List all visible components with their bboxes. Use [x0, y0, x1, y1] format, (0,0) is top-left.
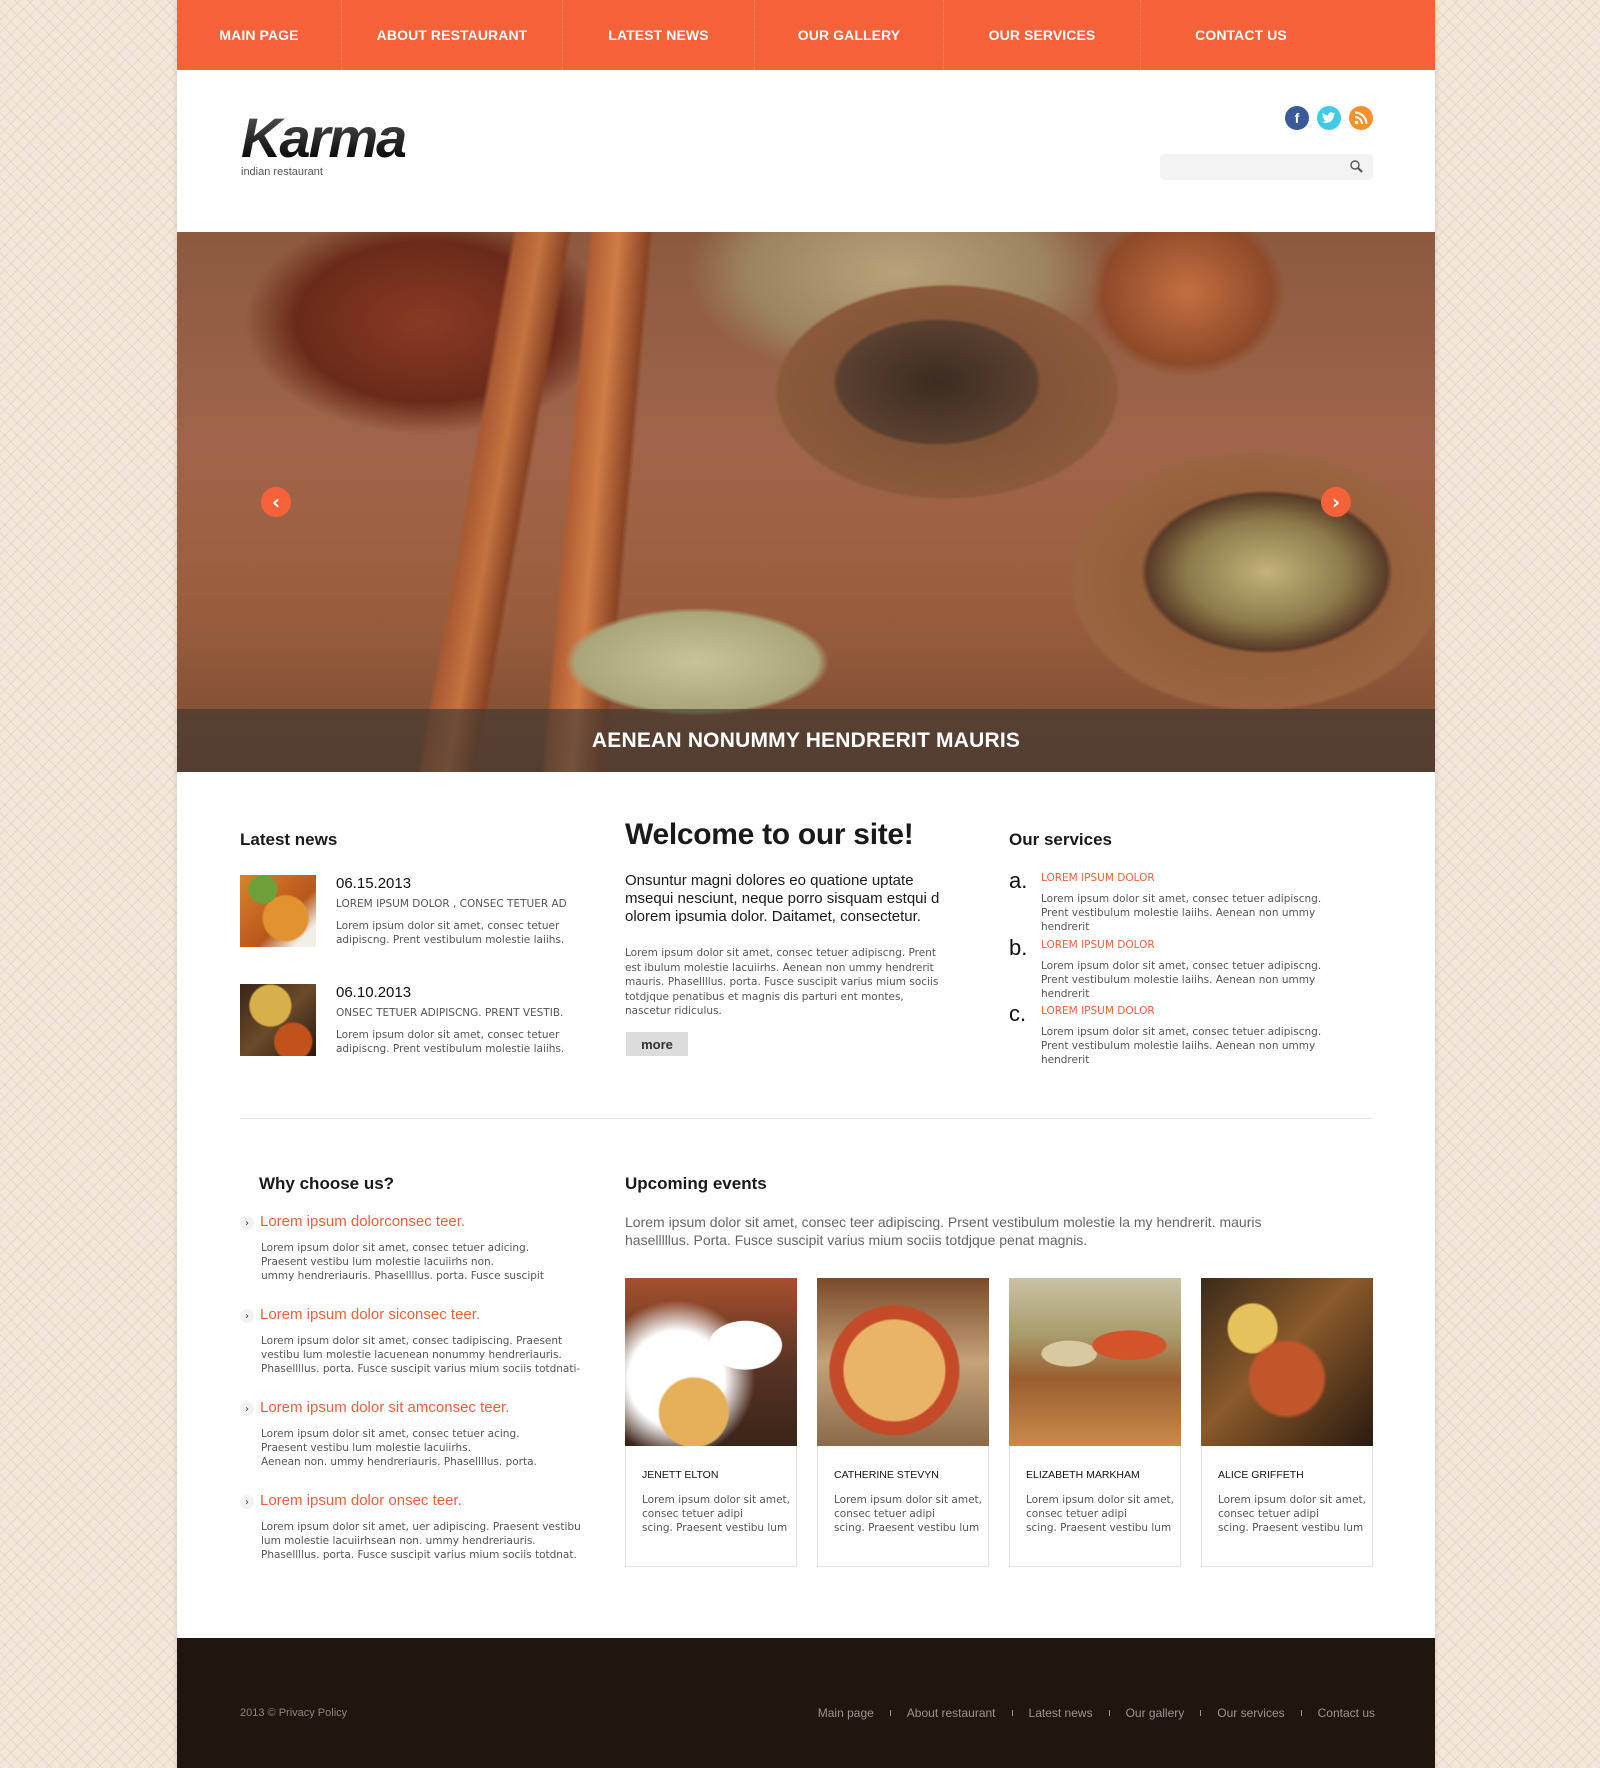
- chevron-right-icon: ›: [240, 1402, 254, 1416]
- why-choose-heading: Why choose us?: [259, 1174, 395, 1193]
- why-item-title[interactable]: Lorem ipsum dolorconsec teer.: [260, 1213, 465, 1230]
- logo[interactable]: Karma indian restaurant: [241, 106, 407, 179]
- footer-separator: [1200, 1710, 1202, 1716]
- chevron-right-icon: ›: [240, 1216, 254, 1230]
- chevron-right-icon: ›: [1331, 490, 1341, 514]
- nav-item-about-restaurant[interactable]: ABOUT RESTAURANT: [342, 0, 563, 70]
- social-links: f: [1285, 106, 1373, 130]
- footer-link-contact-us[interactable]: Contact us: [1318, 1706, 1375, 1720]
- event-card[interactable]: ALICE GRIFFETH Lorem ipsum dolor sit ame…: [1201, 1278, 1373, 1567]
- slider-caption-bar: AENEAN NONUMMY HENDRERIT MAURIS: [177, 709, 1435, 772]
- nav-item-our-services[interactable]: OUR SERVICES: [944, 0, 1141, 70]
- footer-separator: [1108, 1710, 1110, 1716]
- welcome-title: Welcome to our site!: [625, 818, 914, 851]
- news-text: Lorem ipsum dolor sit amet, consec tetue…: [336, 920, 565, 946]
- footer-link-our-services[interactable]: Our services: [1217, 1706, 1284, 1720]
- service-text: Lorem ipsum dolor sit amet, consec tetue…: [1041, 893, 1322, 933]
- news-thumbnail[interactable]: [240, 984, 316, 1056]
- logo-text: Karma: [241, 106, 407, 169]
- service-title[interactable]: LOREM IPSUM DOLOR: [1041, 1005, 1155, 1017]
- nav-item-our-gallery[interactable]: OUR GALLERY: [755, 0, 944, 70]
- news-title[interactable]: ONSEC TETUER ADIPISCNG. PRENT VESTIB.: [336, 1007, 563, 1019]
- why-item-text: Lorem ipsum dolor sit amet, uer adipisci…: [261, 1521, 581, 1561]
- news-thumbnail[interactable]: [240, 875, 316, 947]
- footer-separator: [1011, 1710, 1013, 1716]
- service-title[interactable]: LOREM IPSUM DOLOR: [1041, 872, 1155, 884]
- nav-item-latest-news[interactable]: LATEST NEWS: [563, 0, 755, 70]
- events-intro: Lorem ipsum dolor sit amet, consec teer …: [625, 1214, 1262, 1248]
- page-container: MAIN PAGE ABOUT RESTAURANT LATEST NEWS O…: [177, 0, 1435, 1768]
- slider-prev-button[interactable]: ‹: [261, 487, 291, 517]
- why-item-text: Lorem ipsum dolor sit amet, consec tadip…: [261, 1335, 581, 1375]
- event-card[interactable]: ELIZABETH MARKHAM Lorem ipsum dolor sit …: [1009, 1278, 1181, 1567]
- chevron-right-icon: ›: [240, 1495, 254, 1509]
- footer-nav: Main page About restaurant Latest news O…: [818, 1706, 1375, 1720]
- services-heading: Our services: [1009, 830, 1113, 849]
- event-image[interactable]: [1201, 1278, 1373, 1446]
- event-text: Lorem ipsum dolor sit amet, consec tetue…: [834, 1494, 982, 1534]
- footer-link-latest-news[interactable]: Latest news: [1029, 1706, 1093, 1720]
- events-heading: Upcoming events: [625, 1174, 767, 1193]
- search-icon[interactable]: [1349, 159, 1365, 175]
- welcome-lead: Onsuntur magni dolores eo quatione uptat…: [625, 872, 940, 925]
- service-text: Lorem ipsum dolor sit amet, consec tetue…: [1041, 960, 1322, 1000]
- latest-news-heading: Latest news: [240, 830, 338, 849]
- event-text: Lorem ipsum dolor sit amet, consec tetue…: [1026, 1494, 1174, 1534]
- event-name: ELIZABETH MARKHAM: [1026, 1469, 1140, 1481]
- welcome-body: Lorem ipsum dolor sit amet, consec tetue…: [625, 947, 939, 1017]
- event-name: CATHERINE STEVYN: [834, 1469, 939, 1481]
- slider-next-button[interactable]: ›: [1321, 487, 1351, 517]
- news-date: 06.10.2013: [336, 984, 412, 1001]
- news-title[interactable]: LOREM IPSUM DOLOR , CONSEC TETUER AD: [336, 898, 567, 910]
- rss-icon[interactable]: [1349, 106, 1373, 130]
- event-card[interactable]: CATHERINE STEVYN Lorem ipsum dolor sit a…: [817, 1278, 989, 1567]
- why-item-text: Lorem ipsum dolor sit amet, consec tetue…: [261, 1242, 544, 1282]
- chevron-right-icon: ›: [240, 1309, 254, 1323]
- twitter-icon[interactable]: [1317, 106, 1341, 130]
- more-button[interactable]: more: [626, 1032, 688, 1056]
- event-name: JENETT ELTON: [642, 1469, 719, 1481]
- news-text: Lorem ipsum dolor sit amet, consec tetue…: [336, 1029, 565, 1055]
- chevron-left-icon: ‹: [271, 490, 281, 514]
- copyright-privacy-link[interactable]: 2013 © Privacy Policy: [240, 1707, 347, 1719]
- footer-separator: [889, 1710, 891, 1716]
- event-image[interactable]: [817, 1278, 989, 1446]
- nav-item-contact-us[interactable]: CONTACT US: [1141, 0, 1435, 70]
- slider-caption: AENEAN NONUMMY HENDRERIT MAURIS: [591, 728, 1021, 752]
- facebook-icon[interactable]: f: [1285, 106, 1309, 130]
- service-letter: a.: [1009, 868, 1028, 893]
- search-input[interactable]: [1160, 154, 1373, 180]
- why-item-title[interactable]: Lorem ipsum dolor sit amconsec teer.: [260, 1399, 509, 1416]
- service-title[interactable]: LOREM IPSUM DOLOR: [1041, 939, 1155, 951]
- service-text: Lorem ipsum dolor sit amet, consec tetue…: [1041, 1026, 1322, 1066]
- service-letter: b.: [1009, 935, 1028, 960]
- why-item-title[interactable]: Lorem ipsum dolor siconsec teer.: [260, 1306, 480, 1323]
- why-item-text: Lorem ipsum dolor sit amet, consec tetue…: [261, 1428, 537, 1468]
- event-name: ALICE GRIFFETH: [1218, 1469, 1304, 1481]
- news-date: 06.15.2013: [336, 875, 412, 892]
- why-item-title[interactable]: Lorem ipsum dolor onsec teer.: [260, 1492, 462, 1509]
- footer: 2013 © Privacy Policy Main page About re…: [177, 1638, 1435, 1768]
- event-image[interactable]: [625, 1278, 797, 1446]
- event-text: Lorem ipsum dolor sit amet, consec tetue…: [1218, 1494, 1366, 1534]
- footer-link-main-page[interactable]: Main page: [818, 1706, 874, 1720]
- event-image[interactable]: [1009, 1278, 1181, 1446]
- hero-slider: AENEAN NONUMMY HENDRERIT MAURIS ‹ ›: [177, 232, 1435, 772]
- service-letter: c.: [1009, 1001, 1027, 1026]
- footer-link-about-restaurant[interactable]: About restaurant: [907, 1706, 996, 1720]
- footer-link-our-gallery[interactable]: Our gallery: [1126, 1706, 1185, 1720]
- main-nav: MAIN PAGE ABOUT RESTAURANT LATEST NEWS O…: [177, 0, 1435, 70]
- footer-separator: [1300, 1710, 1302, 1716]
- section-divider: [240, 1118, 1372, 1119]
- nav-item-main-page[interactable]: MAIN PAGE: [177, 0, 342, 70]
- event-text: Lorem ipsum dolor sit amet, consec tetue…: [642, 1494, 790, 1534]
- event-card[interactable]: JENETT ELTON Lorem ipsum dolor sit amet,…: [625, 1278, 797, 1567]
